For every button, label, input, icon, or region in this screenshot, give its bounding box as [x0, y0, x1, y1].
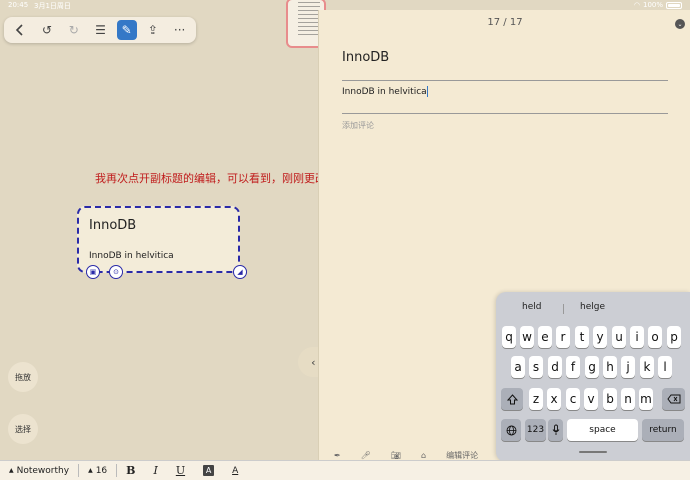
- key-y[interactable]: y: [593, 326, 607, 348]
- globe-icon: [506, 425, 516, 435]
- card-title: InnoDB: [89, 218, 137, 233]
- list-icon[interactable]: ☰: [88, 20, 113, 40]
- link-icon[interactable]: ⊙: [109, 265, 123, 279]
- key-o[interactable]: o: [648, 326, 662, 348]
- status-right: ◠ 100%: [634, 1, 682, 9]
- key-s[interactable]: s: [529, 356, 543, 378]
- key-b[interactable]: b: [603, 388, 617, 410]
- key-k[interactable]: k: [640, 356, 654, 378]
- title-field[interactable]: InnoDB: [342, 50, 389, 65]
- bold-button[interactable]: B: [117, 464, 144, 477]
- key-d[interactable]: d: [548, 356, 562, 378]
- back-icon[interactable]: [8, 20, 33, 40]
- tag-icon[interactable]: ⌂: [421, 451, 426, 460]
- pen-icon[interactable]: ✒: [334, 451, 341, 460]
- edit-comment-label[interactable]: 编辑评论: [446, 450, 478, 461]
- shift-key[interactable]: [501, 388, 523, 410]
- chevron-left-icon: ‹: [311, 355, 316, 369]
- virtual-keyboard: held helge q w e r t y u i o p a s d f g…: [496, 292, 690, 462]
- highlight-icon: A: [203, 465, 215, 476]
- key-z[interactable]: z: [529, 388, 543, 410]
- suggestion-2[interactable]: helge: [580, 302, 605, 312]
- key-a[interactable]: a: [511, 356, 525, 378]
- wifi-icon: ◠: [633, 1, 640, 9]
- key-f[interactable]: f: [566, 356, 580, 378]
- key-g[interactable]: g: [585, 356, 599, 378]
- text-color-button[interactable]: A: [223, 466, 247, 476]
- space-key[interactable]: space: [567, 419, 638, 441]
- key-j[interactable]: j: [621, 356, 635, 378]
- suggestion-1[interactable]: held: [522, 302, 541, 312]
- comment-field[interactable]: 添加评论: [342, 120, 374, 131]
- key-c[interactable]: c: [566, 388, 580, 410]
- key-i[interactable]: i: [630, 326, 644, 348]
- redo-icon[interactable]: ↻: [61, 20, 86, 40]
- font-selector[interactable]: ▲ Noteworthy: [0, 466, 78, 476]
- key-v[interactable]: v: [584, 388, 598, 410]
- key-p[interactable]: p: [667, 326, 681, 348]
- backspace-icon: [666, 394, 680, 404]
- divider: [342, 113, 668, 114]
- status-bar: 20:45 3月1日周日 ◠ 100%: [0, 0, 690, 10]
- triangle-up-icon: ▲: [9, 467, 14, 474]
- dictation-key[interactable]: [548, 419, 563, 441]
- numbers-key[interactable]: 123: [525, 419, 546, 441]
- size-selector[interactable]: ▲ 16: [79, 466, 116, 476]
- edit-icon[interactable]: ✎: [116, 20, 137, 40]
- key-e[interactable]: e: [538, 326, 552, 348]
- microphone-icon: [552, 424, 559, 435]
- suggestion-bar: held helge: [496, 302, 690, 316]
- card-subtitle: InnoDB in helvitica: [89, 251, 174, 261]
- font-name: Noteworthy: [16, 465, 70, 476]
- globe-key[interactable]: [501, 419, 521, 441]
- key-u[interactable]: u: [612, 326, 626, 348]
- status-date: 3月1日周日: [34, 2, 71, 10]
- backspace-key[interactable]: [662, 388, 685, 410]
- more-icon[interactable]: ···: [167, 20, 192, 40]
- thumbnail-content: [298, 2, 320, 36]
- shift-icon: [506, 393, 518, 404]
- key-t[interactable]: t: [575, 326, 589, 348]
- mindmap-card[interactable]: InnoDB InnoDB in helvitica ▣ ⊙ ◢: [77, 206, 247, 279]
- key-q[interactable]: q: [502, 326, 516, 348]
- select-button[interactable]: 选择: [8, 414, 38, 444]
- page-indicator: 17 / 17: [487, 17, 523, 28]
- undo-icon[interactable]: ↺: [35, 20, 60, 40]
- key-h[interactable]: h: [603, 356, 617, 378]
- key-r[interactable]: r: [556, 326, 570, 348]
- keyboard-grabber[interactable]: [579, 451, 607, 453]
- suggestion-divider: [563, 304, 564, 314]
- italic-button[interactable]: I: [144, 464, 166, 477]
- subtitle-field[interactable]: InnoDB in helvitica: [342, 86, 428, 97]
- key-w[interactable]: w: [520, 326, 534, 348]
- highlight-button[interactable]: A: [194, 465, 223, 476]
- camera-icon[interactable]: 📷︎: [391, 451, 401, 460]
- key-m[interactable]: m: [639, 388, 653, 410]
- key-l[interactable]: l: [658, 356, 672, 378]
- main-toolbar: ↺ ↻ ☰ ✎ ⇪ ···: [4, 17, 196, 43]
- triangle-up-icon: ▲: [88, 467, 93, 474]
- format-bar: ▲ Noteworthy ▲ 16 B I U A A: [0, 460, 690, 480]
- return-key[interactable]: return: [642, 419, 684, 441]
- collapse-icon[interactable]: ⌄: [675, 19, 685, 29]
- font-size: 16: [95, 465, 108, 476]
- subtitle-text: InnoDB in helvitica: [342, 87, 427, 97]
- drag-button[interactable]: 拖放: [8, 362, 38, 392]
- key-x[interactable]: x: [547, 388, 561, 410]
- panel-bottom-bar: ✒ 🎤︎ 📷︎ ⌂ 编辑评论: [334, 450, 504, 460]
- underline-button[interactable]: U: [167, 464, 194, 477]
- share-icon[interactable]: ⇪: [141, 20, 166, 40]
- battery-icon: [666, 1, 682, 9]
- battery-percent: 100%: [642, 1, 663, 9]
- divider: [342, 80, 668, 81]
- mic-icon[interactable]: 🎤︎: [361, 451, 371, 460]
- key-n[interactable]: n: [621, 388, 635, 410]
- comment-icon[interactable]: ▣: [86, 265, 100, 279]
- resize-handle-icon[interactable]: ◢: [233, 265, 247, 279]
- text-cursor: [426, 86, 428, 97]
- status-time: 20:45: [8, 1, 29, 9]
